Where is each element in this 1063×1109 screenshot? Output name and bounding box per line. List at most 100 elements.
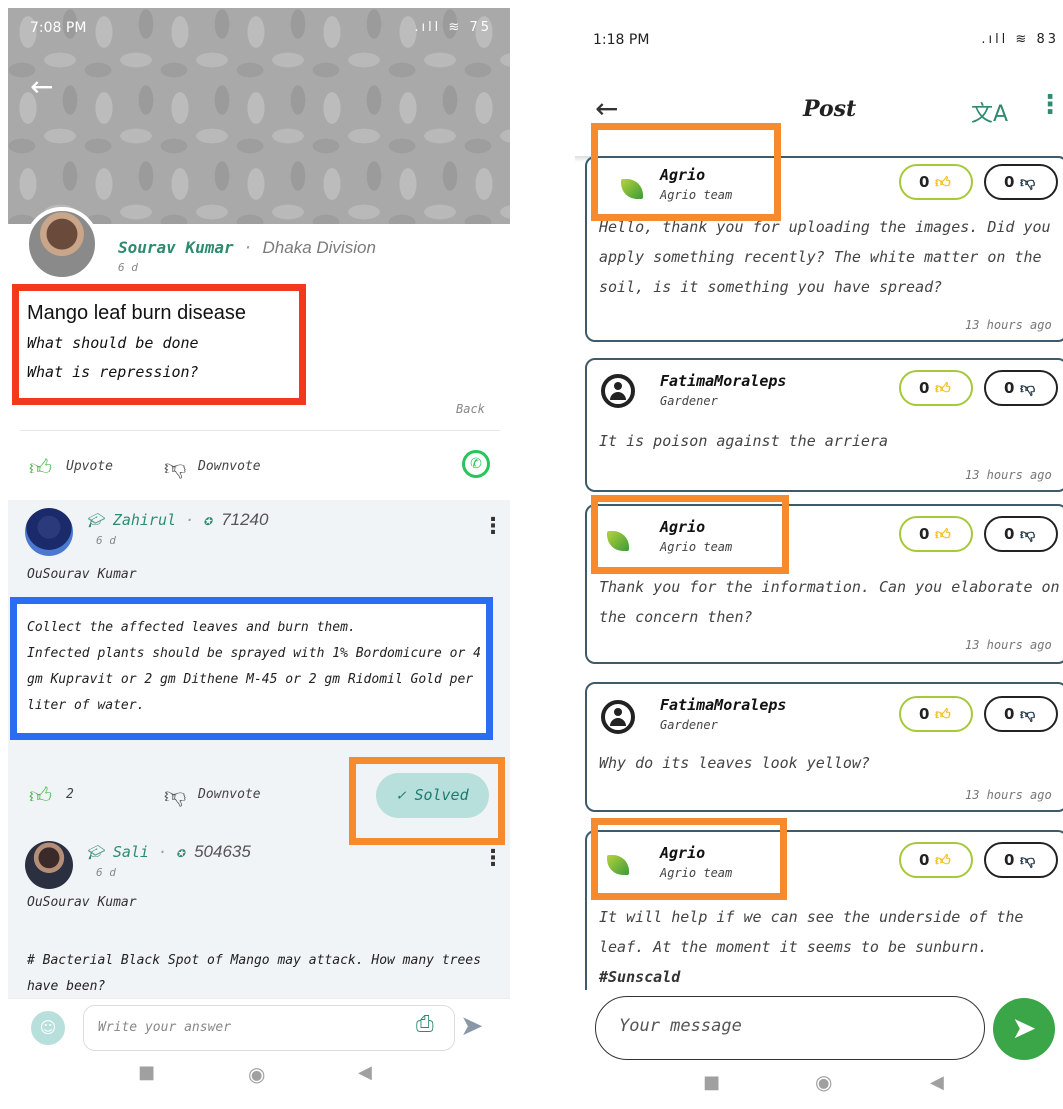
whatsapp-share-icon[interactable]: ✆	[462, 450, 490, 478]
back-nav-icon[interactable]: ◀	[930, 1072, 944, 1093]
comment-card: FatimaMoraleps Gardener 0 👍︎ 0 👎︎ Why do…	[585, 682, 1063, 812]
post-banner-image	[8, 8, 510, 224]
author-place: Dhaka Division	[262, 238, 376, 257]
comment-downvote-button[interactable]: 0 👎︎	[984, 842, 1058, 878]
divider	[20, 430, 500, 431]
answer-1-header: 🎓︎ Zahirul · ✪ 71240	[86, 510, 268, 530]
back-link[interactable]: Back	[456, 402, 485, 416]
award-icon: ✪	[176, 843, 186, 861]
thumbs-up-icon: 👍︎	[935, 525, 951, 543]
downvote-count: 0	[1004, 379, 1015, 397]
comment-card: FatimaMoraleps Gardener 0 👍︎ 0 👎︎ It is …	[585, 358, 1063, 492]
back-arrow-icon[interactable]: ←	[30, 70, 53, 103]
translate-icon[interactable]: 文A	[971, 96, 1008, 128]
answer-2-menu-icon[interactable]: ⋮	[482, 846, 504, 871]
thumbs-down-icon[interactable]: 👎︎	[164, 782, 186, 809]
upvote-button[interactable]: Upvote	[66, 459, 113, 474]
more-options-icon[interactable]: ⋮	[1037, 90, 1063, 120]
thumbs-up-icon[interactable]: 👍︎	[29, 454, 52, 481]
thumbs-down-icon: 👎︎	[1020, 525, 1036, 543]
answer-1-points: 71240	[221, 510, 269, 529]
thumbs-down-icon: 👎︎	[1020, 705, 1036, 723]
user-profile-icon	[601, 374, 635, 408]
answer-1-mention: OuSourav Kumar	[27, 567, 137, 582]
answer-1-author[interactable]: Zahirul	[113, 511, 176, 529]
comment-time: 13 hours ago	[965, 318, 1052, 332]
thumbs-up-icon[interactable]: 👍︎	[29, 782, 52, 809]
solved-highlight-box	[349, 757, 505, 845]
comment-text: It is poison against the arriera	[599, 432, 888, 450]
answer-2-points: 504635	[194, 842, 251, 861]
message-input-placeholder: Your message	[619, 1016, 742, 1036]
question-line-1: What should be done	[27, 334, 199, 352]
thumbs-down-icon: 👎︎	[1020, 173, 1036, 191]
answer-1-text: Collect the affected leaves and burn the…	[27, 615, 487, 719]
answer-2-header: 🎓︎ Sali · ✪ 504635	[86, 842, 251, 862]
upvote-count: 0	[919, 525, 930, 543]
downvote-count: 0	[1004, 173, 1015, 191]
downvote-button[interactable]: Downvote	[198, 459, 261, 474]
comment-upvote-button[interactable]: 0 👍︎	[899, 370, 973, 406]
agrio-highlight-box	[591, 495, 789, 574]
comment-author[interactable]: FatimaMoraleps	[660, 696, 786, 714]
answer-input-placeholder: Write your answer	[98, 1020, 232, 1035]
attachment-icon[interactable]: ⎙	[416, 1012, 434, 1037]
comment-text: Why do its leaves look yellow?	[599, 754, 870, 772]
thumbs-down-icon[interactable]: 👎︎	[164, 454, 186, 481]
zahirul-avatar[interactable]	[25, 508, 73, 556]
user-avatar-icon: ☺	[31, 1011, 65, 1045]
answer-2-author[interactable]: Sali	[113, 843, 149, 861]
post-time: 6 d	[118, 261, 138, 274]
downvote-count: 0	[1004, 525, 1015, 543]
answer-1-time: 6 d	[96, 534, 116, 547]
comment-time: 13 hours ago	[965, 468, 1052, 482]
comment-upvote-button[interactable]: 0 👍︎	[899, 164, 973, 200]
answer-1-line-1: Collect the affected leaves and burn the…	[27, 620, 356, 635]
thumbs-up-icon: 👍︎	[935, 173, 951, 191]
thumbs-up-icon: 👍︎	[935, 379, 951, 397]
comment-upvote-button[interactable]: 0 👍︎	[899, 696, 973, 732]
comment-upvote-button[interactable]: 0 👍︎	[899, 516, 973, 552]
right-screen: 1:18 PM .ıll ≋ 83 ← Post 文A ⋮ Agrio Agri…	[575, 8, 1063, 1109]
author-name[interactable]: Sourav Kumar	[118, 238, 234, 257]
left-screen: 7:08 PM .ıll ≋ 75 ← Sourav Kumar · Dhaka…	[8, 8, 510, 1109]
send-icon[interactable]: ➤	[993, 998, 1055, 1060]
status-icons: .ıll ≋ 83	[981, 32, 1059, 47]
author-line: Sourav Kumar · Dhaka Division	[118, 238, 376, 258]
downvote-count: 0	[1004, 851, 1015, 869]
back-nav-icon[interactable]: ◀	[358, 1062, 372, 1083]
comment-text: Thank you for the information. Can you e…	[599, 578, 1060, 626]
comment-downvote-button[interactable]: 0 👎︎	[984, 516, 1058, 552]
recent-apps-icon[interactable]: ■	[138, 1062, 155, 1083]
downvote-count: 0	[1004, 705, 1015, 723]
home-icon[interactable]: ◉	[815, 1070, 832, 1094]
comment-hashtag[interactable]: #Sunscald	[599, 962, 680, 992]
back-arrow-icon[interactable]: ←	[595, 92, 618, 125]
comment-upvote-button[interactable]: 0 👍︎	[899, 842, 973, 878]
award-icon: ✪	[203, 511, 213, 529]
recent-apps-icon[interactable]: ■	[703, 1072, 720, 1093]
send-icon[interactable]: ➤	[460, 1009, 483, 1042]
comment-time: 13 hours ago	[965, 788, 1052, 802]
comment-text: It will help if we can see the underside…	[599, 908, 1024, 956]
comment-downvote-button[interactable]: 0 👎︎	[984, 164, 1058, 200]
answer-1-line-2: Infected plants should be sprayed with 1…	[27, 646, 481, 713]
author-avatar[interactable]	[25, 207, 99, 281]
status-time: 1:18 PM	[593, 32, 650, 48]
home-icon[interactable]: ◉	[248, 1062, 265, 1086]
graduation-cap-icon: 🎓︎	[86, 513, 104, 529]
agrio-highlight-box	[591, 123, 781, 221]
comment-downvote-button[interactable]: 0 👎︎	[984, 370, 1058, 406]
comment-author[interactable]: FatimaMoraleps	[660, 372, 786, 390]
comment-role: Gardener	[660, 718, 718, 732]
answer-2-mention: OuSourav Kumar	[27, 895, 137, 910]
answer-1-menu-icon[interactable]: ⋮	[482, 514, 504, 539]
upvote-count: 0	[919, 705, 930, 723]
graduation-cap-icon: 🎓︎	[86, 845, 104, 861]
author-separator: ·	[243, 238, 253, 257]
upvote-count: 0	[919, 851, 930, 869]
comment-downvote-button[interactable]: 0 👎︎	[984, 696, 1058, 732]
question-title: Mango leaf burn disease	[27, 302, 247, 324]
answer-1-downvote-button[interactable]: Downvote	[198, 787, 261, 802]
sali-avatar[interactable]	[25, 841, 73, 889]
